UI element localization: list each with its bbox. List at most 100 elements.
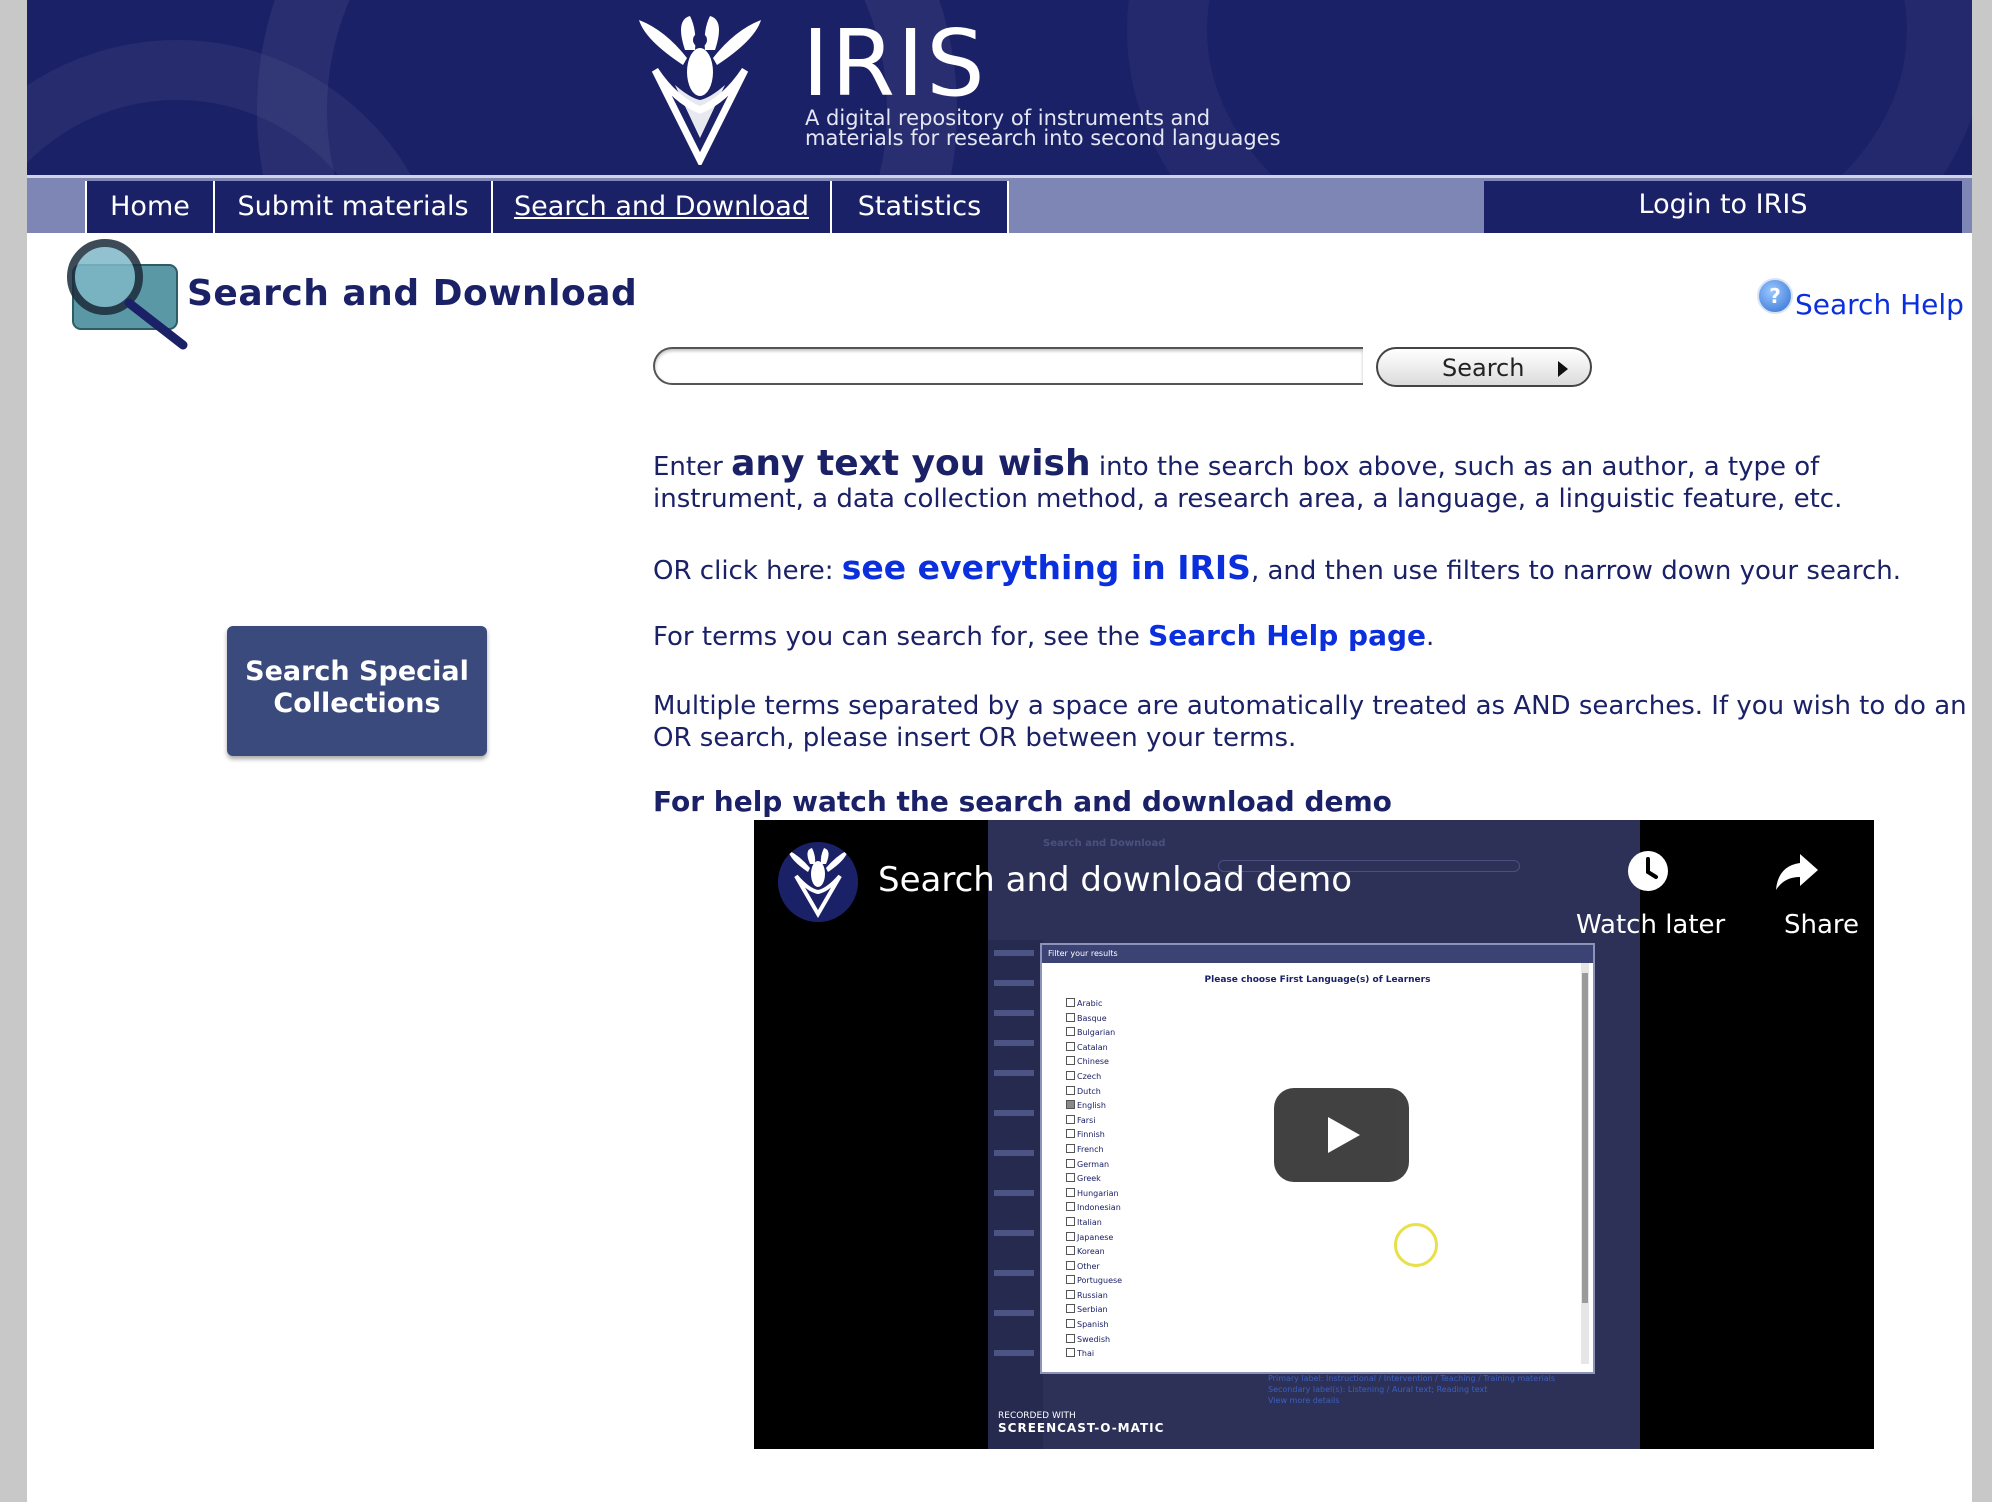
- search-help-page-link[interactable]: Search Help page: [1148, 619, 1426, 652]
- video-language-label: English: [1077, 1101, 1106, 1111]
- see-everything-link[interactable]: see everything in IRIS: [842, 548, 1251, 587]
- video-language-item: Basque: [1066, 1012, 1122, 1027]
- video-language-item: Japanese: [1066, 1231, 1122, 1246]
- nav-search-label: Search and Download: [514, 191, 809, 222]
- checkbox-icon: [1066, 1333, 1075, 1343]
- video-modal-header: Filter your results: [1042, 945, 1593, 963]
- intro-paragraph: Enter any text you wish into the search …: [653, 446, 1972, 515]
- nav-home[interactable]: Home: [85, 181, 215, 233]
- help-icon[interactable]: ?: [1757, 278, 1793, 314]
- play-button[interactable]: [1274, 1088, 1409, 1182]
- checkbox-icon: [1066, 1275, 1075, 1285]
- nav-search-and-download[interactable]: Search and Download: [493, 181, 832, 233]
- arrow-right-icon: [1558, 361, 1568, 377]
- special-btn-line: Search Special: [245, 656, 469, 687]
- checkbox-icon: [1066, 1070, 1075, 1080]
- checkbox-icon: [1066, 1348, 1075, 1358]
- video-language-label: Swedish: [1077, 1334, 1111, 1344]
- video-detail-line: Secondary label(s): Listening / Aural te…: [1268, 1385, 1488, 1394]
- checkbox-icon: [1066, 1231, 1075, 1241]
- login-button[interactable]: Login to IRIS: [1484, 181, 1962, 233]
- checkbox-icon: [1066, 1187, 1075, 1197]
- video-language-item: Other: [1066, 1260, 1122, 1275]
- video-language-item: Catalan: [1066, 1041, 1122, 1056]
- video-inner-sidebar: [988, 940, 1043, 1449]
- video-language-item: Chinese: [1066, 1055, 1122, 1070]
- checkbox-icon: [1066, 1085, 1075, 1095]
- magnifier-icon: [67, 239, 188, 350]
- page: IRIS A digital repository of instruments…: [27, 0, 1972, 1502]
- video-language-list: Arabic Basque Bulgarian Catalan Chinese Czech…: [1066, 997, 1122, 1362]
- video-title[interactable]: Search and download demo: [878, 860, 1352, 900]
- video-language-label: Indonesian: [1077, 1203, 1121, 1213]
- video-language-item: Serbian: [1066, 1303, 1122, 1318]
- video-modal-scrollbar: [1581, 963, 1589, 1364]
- clock-icon[interactable]: [1627, 850, 1669, 892]
- share-icon[interactable]: [1774, 850, 1820, 892]
- video-language-item: French: [1066, 1143, 1122, 1158]
- main-nav: Home Submit materials Search and Downloa…: [27, 178, 1972, 233]
- video-language-label: Portuguese: [1077, 1276, 1123, 1286]
- video-language-label: French: [1077, 1144, 1104, 1154]
- intro-text: .: [1426, 622, 1435, 652]
- video-language-item: Czech: [1066, 1070, 1122, 1085]
- checkbox-icon: [1066, 1129, 1075, 1139]
- video-language-label: Dutch: [1077, 1086, 1101, 1096]
- video-language-item: Finnish: [1066, 1128, 1122, 1143]
- watch-later-button[interactable]: Watch later: [1576, 910, 1725, 940]
- checkbox-icon: [1066, 1158, 1075, 1168]
- checkbox-icon: [1066, 1304, 1075, 1314]
- video-player[interactable]: Search and Download Filter your results …: [754, 820, 1874, 1449]
- checkbox-icon: [1066, 1114, 1075, 1124]
- channel-avatar-icon[interactable]: [778, 842, 858, 922]
- checkbox-icon: [1066, 1100, 1075, 1110]
- search-special-collections-button[interactable]: Search Special Collections: [227, 626, 487, 756]
- video-inner-title: Search and Download: [1043, 838, 1166, 849]
- video-language-label: Czech: [1077, 1071, 1102, 1081]
- video-language-item: Portuguese: [1066, 1274, 1122, 1289]
- video-language-label: Russian: [1077, 1290, 1108, 1300]
- video-language-label: Serbian: [1077, 1305, 1108, 1315]
- video-language-item: Spanish: [1066, 1318, 1122, 1333]
- checkbox-icon: [1066, 1173, 1075, 1183]
- search-button[interactable]: Search: [1376, 347, 1592, 387]
- video-language-item: Dutch: [1066, 1085, 1122, 1100]
- video-language-label: Korean: [1077, 1247, 1105, 1257]
- site-banner: IRIS A digital repository of instruments…: [27, 0, 1972, 175]
- video-language-label: Catalan: [1077, 1042, 1108, 1052]
- cursor-highlight: [1394, 1223, 1438, 1267]
- search-input[interactable]: [653, 347, 1363, 385]
- video-language-label: Bulgarian: [1077, 1028, 1116, 1038]
- checkbox-icon: [1066, 1319, 1075, 1329]
- video-language-label: Japanese: [1077, 1232, 1114, 1242]
- video-language-label: Arabic: [1077, 999, 1103, 1008]
- search-help-link[interactable]: Search Help: [1795, 288, 1964, 321]
- checkbox-icon: [1066, 998, 1075, 1007]
- iris-logo-icon: [639, 16, 761, 165]
- video-language-label: Chinese: [1077, 1057, 1109, 1067]
- video-language-item: Russian: [1066, 1289, 1122, 1304]
- logo-tagline: A digital repository of instruments and …: [805, 108, 1325, 150]
- share-button[interactable]: Share: [1784, 910, 1859, 940]
- recorder-name: SCREENCAST-O-MATIC: [998, 1421, 1165, 1435]
- nav-statistics[interactable]: Statistics: [832, 181, 1009, 233]
- checkbox-icon: [1066, 1216, 1075, 1226]
- video-language-item: Indonesian: [1066, 1201, 1122, 1216]
- play-icon: [1328, 1117, 1360, 1153]
- video-inner-details: Type of material Primary label: Instruct…: [1268, 1362, 1555, 1406]
- video-language-item: Swedish: [1066, 1333, 1122, 1348]
- screencast-watermark: RECORDED WITH SCREENCAST-O-MATIC: [998, 1410, 1164, 1436]
- tagline-line: materials for research into second langu…: [805, 126, 1281, 150]
- checkbox-icon: [1066, 1289, 1075, 1299]
- video-language-label: Basque: [1077, 1013, 1107, 1023]
- video-language-item: Bulgarian: [1066, 1026, 1122, 1041]
- video-language-item: Arabic: [1066, 997, 1122, 1012]
- intro-text: , and then use filters to narrow down yo…: [1250, 556, 1901, 586]
- video-language-item: Italian: [1066, 1216, 1122, 1231]
- checkbox-icon: [1066, 1056, 1075, 1066]
- video-detail-line: Type of material: [1268, 1363, 1342, 1372]
- video-modal-title: Please choose First Language(s) of Learn…: [1204, 975, 1431, 985]
- nav-submit-materials[interactable]: Submit materials: [215, 181, 493, 233]
- page-title: Search and Download: [187, 273, 638, 314]
- video-language-label: Greek: [1077, 1174, 1101, 1184]
